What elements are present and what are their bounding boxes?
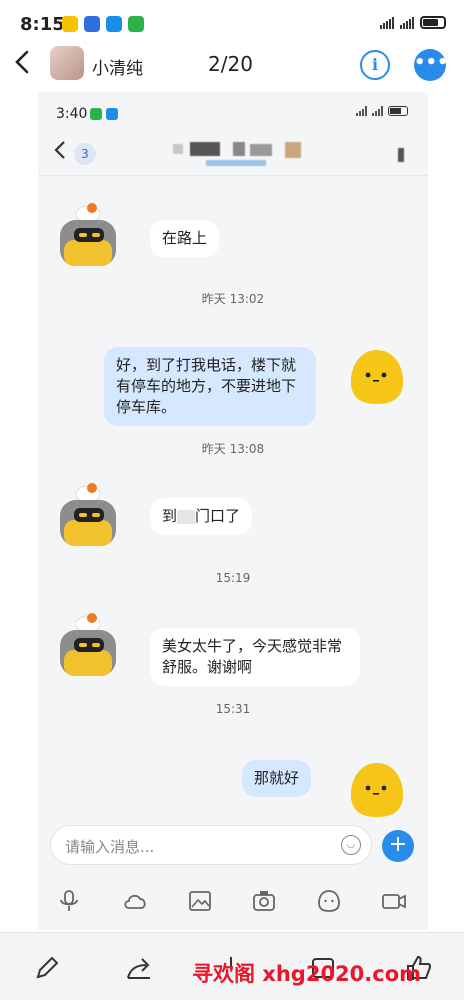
blurred-icon	[398, 148, 404, 162]
app-icon	[106, 16, 122, 32]
inner-header: 3	[38, 132, 428, 176]
meituan-icon	[62, 16, 78, 32]
chevron-left-icon[interactable]	[54, 140, 66, 166]
signal-icon	[356, 106, 367, 116]
user-avatar-icon	[350, 763, 404, 817]
info-button[interactable]: i	[360, 50, 390, 80]
emoji-icon[interactable]: ◡	[341, 835, 361, 855]
blurred-title	[173, 144, 183, 154]
more-button[interactable]: •••	[414, 49, 449, 81]
emoji-icon[interactable]	[316, 888, 342, 914]
battery-icon	[420, 16, 446, 29]
robot-avatar-icon	[60, 613, 116, 676]
message-bubble[interactable]: 在路上	[150, 220, 220, 257]
message-text: 在路上	[162, 229, 208, 247]
page-count: 2/20	[208, 52, 253, 76]
timestamp: 昨天 13:08	[201, 442, 265, 456]
wechat-icon	[90, 108, 102, 120]
blurred-title	[285, 142, 301, 158]
robot-avatar-icon	[60, 203, 116, 266]
signal-icon	[400, 16, 414, 29]
add-button[interactable]: +	[382, 830, 414, 862]
avatar[interactable]	[50, 46, 84, 80]
cloud-icon[interactable]	[122, 888, 148, 914]
message-bubble[interactable]: 那就好	[242, 760, 312, 797]
timestamp: 昨天 13:02	[201, 292, 265, 306]
timestamp: 15:31	[215, 702, 251, 716]
message-bubble[interactable]: 到门口了	[150, 498, 253, 535]
blurred-title	[233, 142, 245, 156]
timestamp: 15:19	[215, 571, 251, 585]
edit-icon[interactable]	[32, 953, 62, 983]
app-icon	[106, 108, 118, 120]
watermark: 寻欢阁 xhg2020.com	[192, 962, 422, 986]
message-bubble[interactable]: 好，到了打我电话，楼下就有停车的地方，不要进地下停车库。	[104, 347, 316, 426]
blurred-subtitle	[206, 160, 266, 166]
contact-name[interactable]: 小清纯	[92, 54, 143, 79]
blurred-title	[190, 142, 220, 156]
unread-badge: 3	[74, 143, 96, 165]
video-call-icon[interactable]	[381, 888, 407, 914]
chat-screenshot: 3:40 3 在路上 昨天 13:02 好，到了打我电话，楼下就有停车的地方，不…	[38, 92, 428, 930]
map-icon	[84, 16, 100, 32]
signal-icon	[372, 106, 383, 116]
status-time: 8:15	[20, 14, 65, 35]
message-text: 美女太牛了，今天感觉非常舒服。谢谢啊	[162, 637, 343, 676]
message-text: 到	[162, 507, 178, 525]
robot-avatar-icon	[60, 483, 116, 546]
message-text: 好，到了打我电话，楼下就有停车的地方，不要进地下停车库。	[116, 356, 297, 416]
message-input[interactable]: 请输入消息... ◡	[50, 825, 372, 865]
message-text: 那就好	[254, 769, 300, 787]
blurred-title	[250, 144, 272, 156]
share-icon[interactable]	[124, 953, 154, 983]
message-text: 门口了	[195, 507, 241, 525]
battery-icon	[388, 106, 408, 116]
inner-status-time: 3:40	[56, 106, 88, 122]
mic-icon[interactable]	[56, 888, 82, 914]
user-avatar-icon	[350, 350, 404, 404]
chevron-left-icon	[15, 50, 29, 74]
input-placeholder: 请输入消息...	[65, 838, 155, 856]
wechat-icon	[128, 16, 144, 32]
status-bar: 8:15	[0, 0, 464, 40]
message-bubble[interactable]: 美女太牛了，今天感觉非常舒服。谢谢啊	[150, 628, 360, 686]
signal-icon	[380, 16, 394, 29]
back-button[interactable]	[14, 50, 30, 79]
camera-icon[interactable]	[251, 888, 277, 914]
blurred-text	[177, 509, 196, 524]
image-icon[interactable]	[187, 888, 213, 914]
